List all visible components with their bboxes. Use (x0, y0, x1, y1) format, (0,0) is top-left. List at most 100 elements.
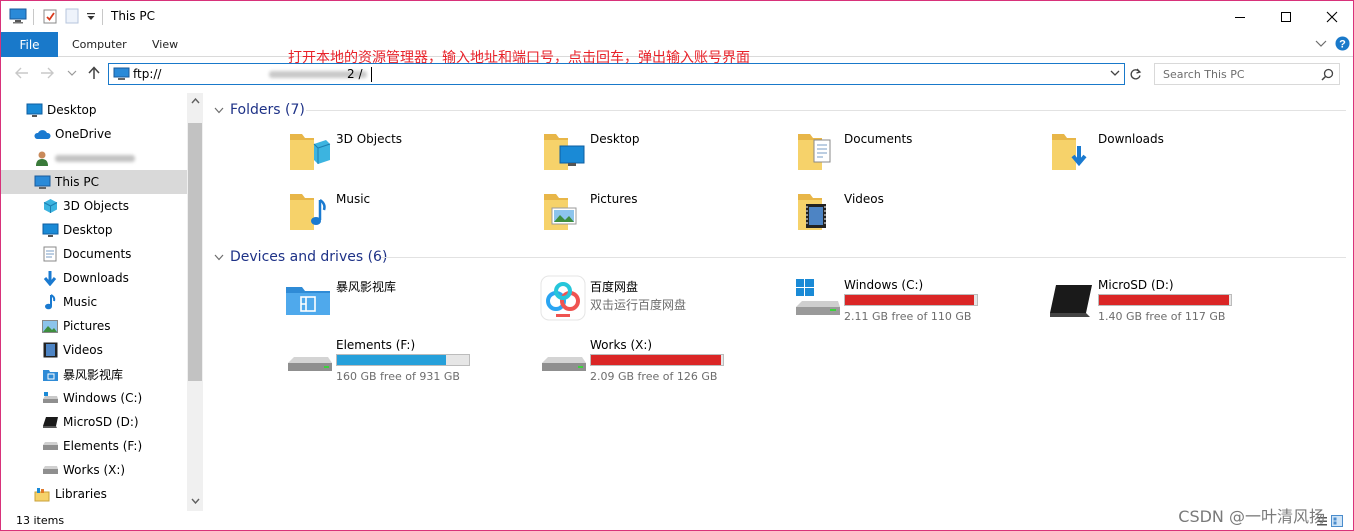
sidebar-item-label: Downloads (63, 271, 129, 285)
sidebar-item-microsd-d[interactable]: MicroSD (D:) (1, 410, 187, 434)
tiles-view-icon[interactable] (1331, 515, 1343, 530)
nav-scrollbar[interactable] (187, 93, 203, 511)
sidebar-item-documents[interactable]: Documents (1, 242, 187, 266)
this-pc-icon[interactable] (9, 8, 27, 27)
drive-free-space: 160 GB free of 931 GB (336, 370, 460, 383)
sidebar-item-user[interactable] (1, 146, 187, 170)
new-folder-icon[interactable] (65, 8, 79, 27)
maximize-button[interactable] (1263, 1, 1309, 32)
address-dropdown-icon[interactable] (1109, 67, 1121, 82)
up-button[interactable] (85, 64, 103, 82)
back-arrow-icon (15, 67, 28, 79)
sidebar-item-label: Documents (63, 247, 132, 261)
drive-usage-fill (845, 295, 975, 305)
downloads-icon (41, 269, 59, 287)
drive-name: 百度网盘 (590, 280, 639, 294)
drive-tile[interactable]: MicroSD (D:) 1.40 GB free of 117 GB (1046, 273, 1232, 323)
maximize-icon (1281, 11, 1291, 22)
sidebar-item-this-pc[interactable]: This PC (1, 170, 187, 194)
sidebar-item-label: Desktop (47, 103, 97, 117)
user-icon (33, 149, 51, 167)
sidebar-item-windows-c[interactable]: Windows (C:) (1, 386, 187, 410)
folder-label: 3D Objects (336, 132, 403, 146)
forward-button[interactable] (38, 64, 56, 82)
sidebar-item-libraries[interactable]: Libraries (1, 482, 187, 506)
drive-tile[interactable]: Windows (C:) 2.11 GB free of 110 GB (792, 273, 978, 323)
minimize-button[interactable] (1217, 1, 1263, 32)
folders-heading: Folders (7) (230, 102, 305, 118)
sidebar-item-label: Works (X:) (63, 463, 126, 477)
window-title: This PC (111, 9, 155, 23)
sidebar-item-desktop[interactable]: Desktop (1, 218, 187, 242)
address-input-prefix[interactable]: ftp:// (133, 67, 161, 81)
drive-usage-bar (590, 354, 724, 366)
pictures-icon (41, 317, 59, 335)
folder-tile[interactable]: Desktop (538, 126, 640, 176)
svg-text:?: ? (1339, 39, 1346, 51)
hdd-icon (284, 333, 334, 383)
sidebar-item-works-x[interactable]: Works (X:) (1, 458, 187, 482)
divider (306, 110, 1346, 111)
sidebar-item-label: OneDrive (55, 127, 112, 141)
scroll-down-icon[interactable] (190, 496, 200, 506)
hdd-icon (41, 437, 59, 455)
tab-computer[interactable]: Computer (72, 38, 127, 51)
folder-tile[interactable]: Documents (792, 126, 912, 176)
address-input-suffix[interactable]: 2 / (347, 67, 363, 81)
sidebar-item-item[interactable]: 暴风影视库 (1, 362, 187, 386)
music-icon (41, 293, 59, 311)
hdd-icon (41, 461, 59, 479)
devices-group-header[interactable]: Devices and drives (6) (214, 246, 387, 268)
content-pane: Folders (7) 3D Objects Desktop Documents… (206, 93, 1353, 511)
music-folder-icon (284, 186, 334, 236)
customize-toolbar-icon[interactable] (86, 11, 96, 25)
drive-name: Works (X:) (590, 338, 653, 352)
folder-tile[interactable]: Music (284, 186, 370, 236)
search-box[interactable]: Search This PC (1154, 63, 1340, 85)
drive-tile[interactable]: Works (X:) 2.09 GB free of 126 GB (538, 333, 724, 383)
sidebar-item-music[interactable]: Music (1, 290, 187, 314)
sidebar-item-onedrive[interactable]: OneDrive (1, 122, 187, 146)
sidebar-item-elements-f[interactable]: Elements (F:) (1, 434, 187, 458)
tab-view[interactable]: View (152, 38, 178, 51)
expand-ribbon-icon[interactable] (1315, 38, 1327, 52)
scroll-up-icon[interactable] (190, 96, 200, 106)
search-icon[interactable] (1321, 68, 1334, 84)
drive-tile[interactable]: 暴风影视库 (284, 273, 396, 323)
desktop-folder-icon (538, 126, 588, 176)
folder-tile[interactable]: Downloads (1046, 126, 1164, 176)
refresh-button[interactable] (1126, 63, 1144, 85)
sidebar-item-label: Elements (F:) (63, 439, 143, 453)
folders-group-header[interactable]: Folders (7) (214, 99, 305, 121)
drive-tile[interactable]: 百度网盘 双击运行百度网盘 (538, 273, 686, 323)
folder-tile[interactable]: Videos (792, 186, 884, 236)
windows-drive-icon (792, 273, 842, 323)
item-count: 13 items (16, 514, 65, 527)
drive-tile[interactable]: Elements (F:) 160 GB free of 931 GB (284, 333, 470, 383)
recent-locations-button[interactable] (63, 64, 81, 82)
scrollbar-thumb[interactable] (188, 123, 202, 381)
sidebar-item-downloads[interactable]: Downloads (1, 266, 187, 290)
sidebar-item-pictures[interactable]: Pictures (1, 314, 187, 338)
forward-arrow-icon (41, 67, 54, 79)
tab-file[interactable]: File (1, 32, 58, 57)
sidebar-item-label: 3D Objects (63, 199, 130, 213)
back-button[interactable] (13, 64, 31, 82)
title-bar: This PC (1, 1, 1353, 32)
properties-icon[interactable] (43, 8, 58, 27)
drive-name: MicroSD (D:) (1098, 278, 1174, 292)
folder-tile[interactable]: Pictures (538, 186, 638, 236)
close-button[interactable] (1309, 1, 1353, 32)
folder-tile[interactable]: 3D Objects (284, 126, 402, 176)
search-input[interactable]: Search This PC (1163, 68, 1245, 81)
redacted-username (55, 154, 135, 162)
this-pc-icon (33, 173, 51, 191)
sidebar-item-videos[interactable]: Videos (1, 338, 187, 362)
chevron-down-icon (214, 254, 224, 261)
folder-label: Videos (844, 192, 884, 206)
status-bar: 13 items (1, 511, 1353, 530)
sidebar-item-3d-objects[interactable]: 3D Objects (1, 194, 187, 218)
help-icon[interactable]: ? (1335, 36, 1350, 54)
sidebar-item-desktop[interactable]: Desktop (1, 98, 187, 122)
navigation-pane: Desktop OneDrive This PC 3D Objects Desktop D… (1, 93, 203, 511)
